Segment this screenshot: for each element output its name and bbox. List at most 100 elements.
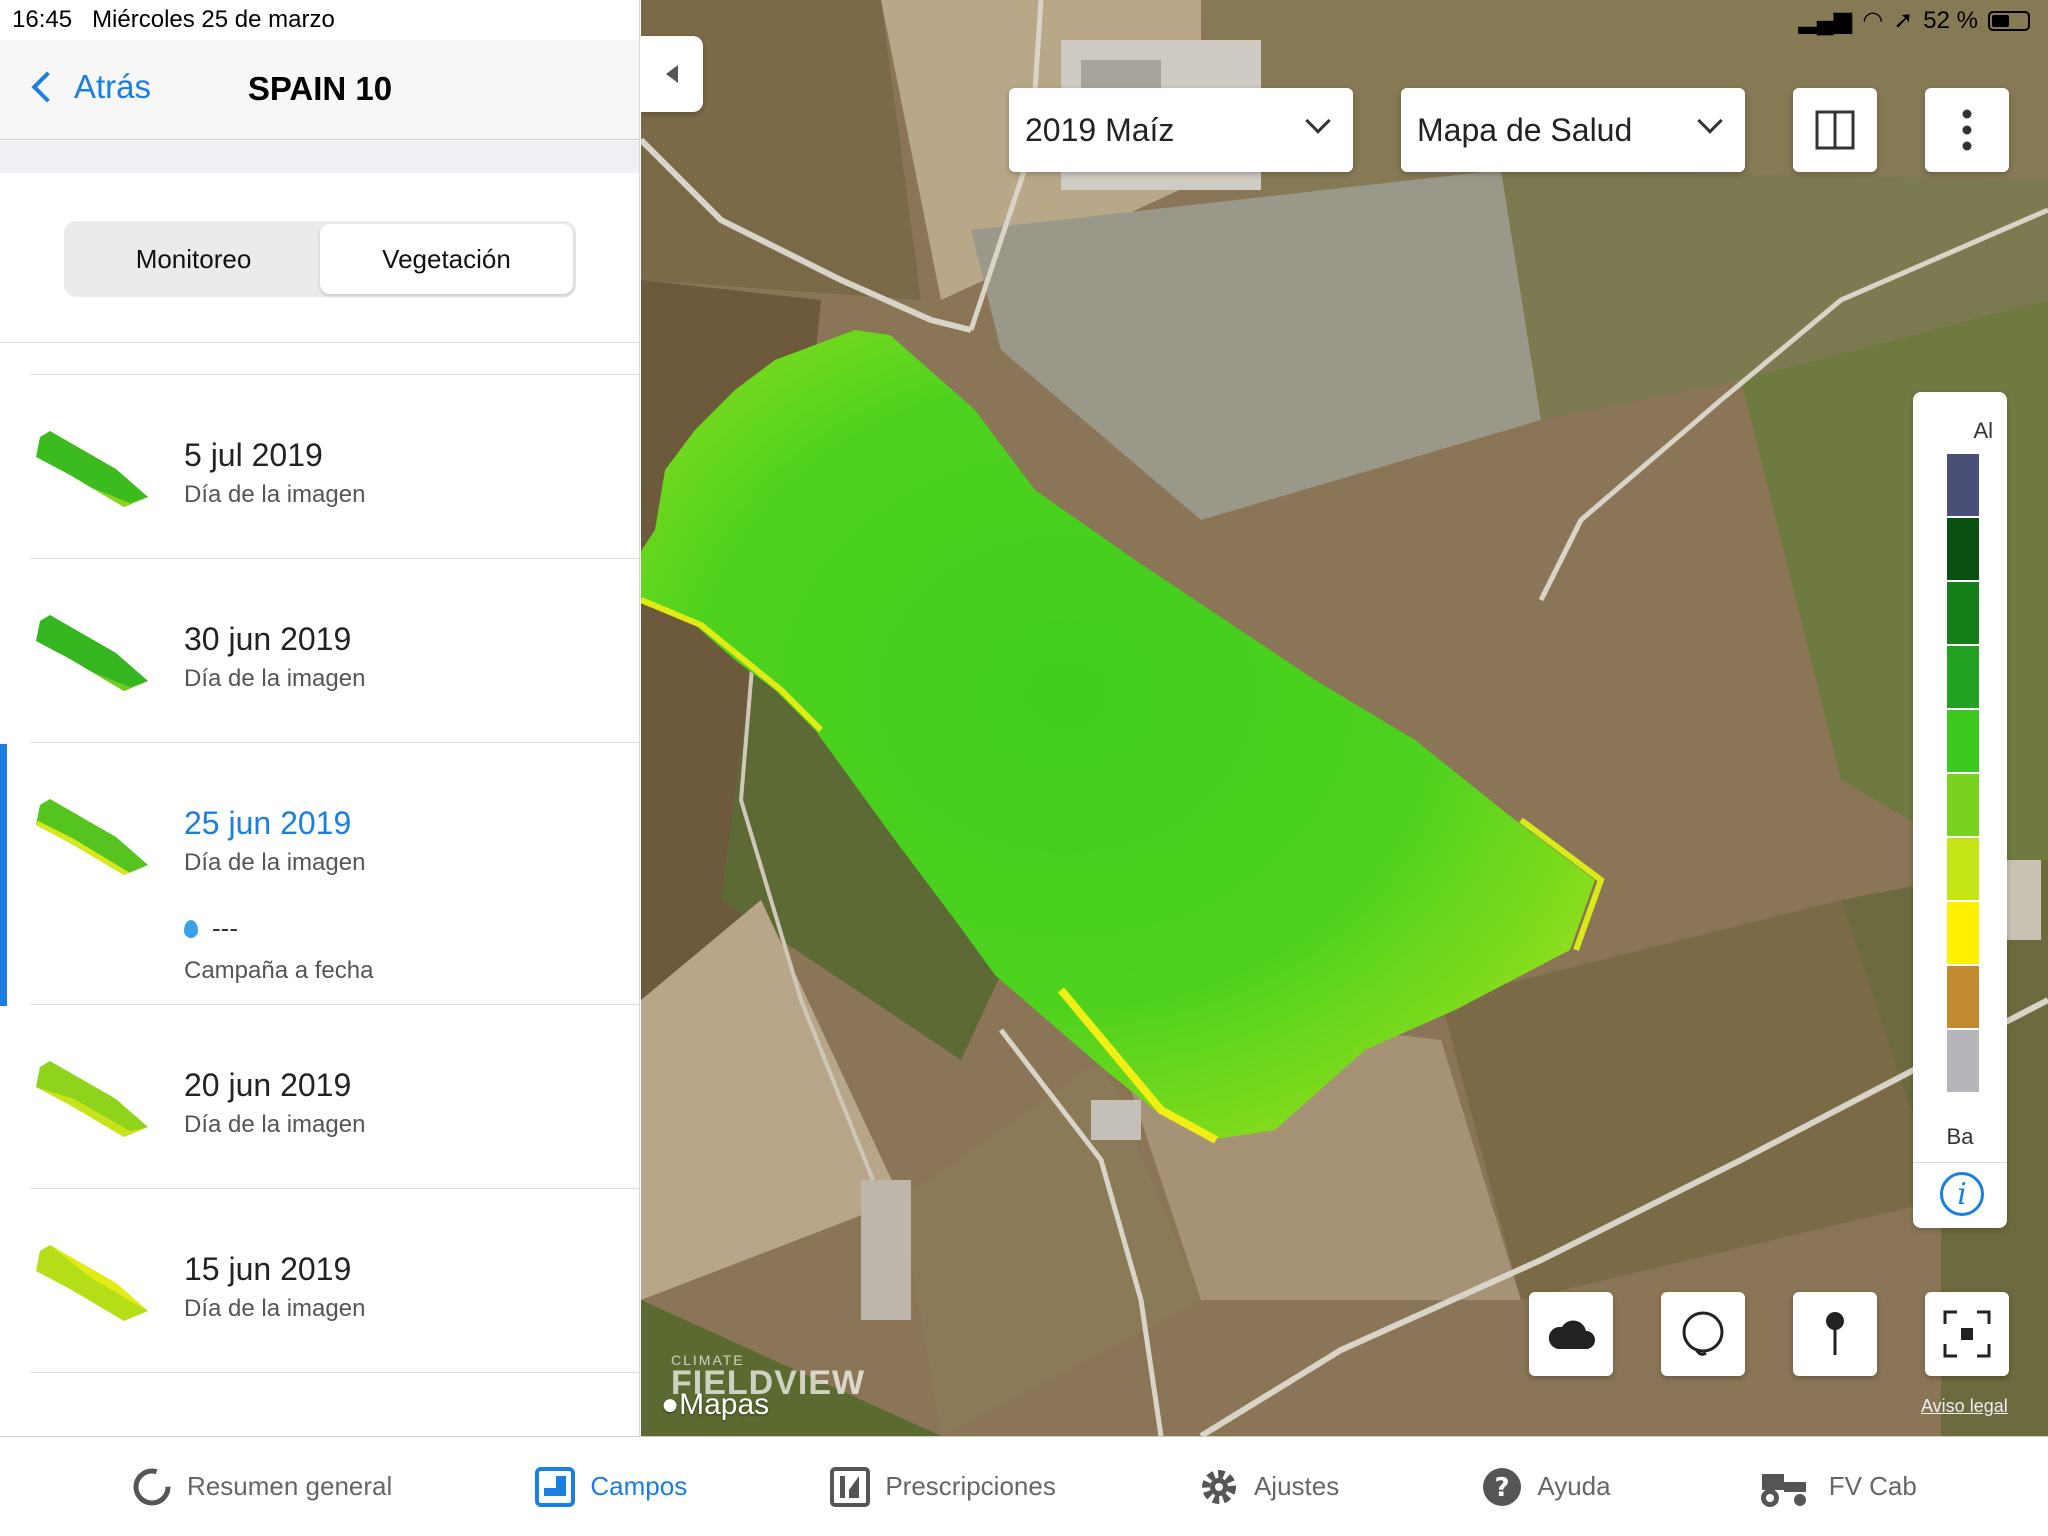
legend-swatch <box>1947 902 1979 966</box>
section-gap <box>0 141 639 173</box>
tab-label: Ajustes <box>1253 1471 1340 1501</box>
info-icon[interactable]: i <box>1940 1172 1984 1216</box>
location-icon: ➚ <box>1893 7 1914 34</box>
overview-icon <box>131 1466 173 1508</box>
legend-swatch <box>1947 966 1979 1030</box>
field-thumbnail <box>36 1245 148 1321</box>
recenter-button[interactable] <box>1925 1292 2009 1376</box>
rainfall-text: --- <box>212 913 238 943</box>
apple-logo-icon: ● <box>661 1388 680 1421</box>
image-date-list: 5 jul 2019 Día de la imagen 30 jun 2019 … <box>0 374 639 1432</box>
tab-label: Campos <box>590 1471 688 1501</box>
lasso-button[interactable] <box>1661 1292 1745 1376</box>
more-vertical-icon <box>1962 109 1972 151</box>
field-thumbnail <box>36 431 148 507</box>
page-title: SPAIN 10 <box>247 70 393 107</box>
tab-overview[interactable]: Resumen general <box>131 1466 392 1508</box>
tab-help[interactable]: ? Ayuda <box>1481 1466 1611 1508</box>
split-view-icon <box>1815 110 1855 150</box>
cloud-icon <box>1548 1320 1595 1349</box>
image-list-panel: Atrás SPAIN 10 Monitoreo Vegetación 5 ju… <box>0 0 640 1436</box>
legend-swatch <box>1947 710 1979 774</box>
image-date: 5 jul 2019 <box>184 437 323 473</box>
list-item[interactable]: 20 jun 2019 Día de la imagen <box>30 1004 639 1188</box>
maps-attribution: ●Mapas <box>661 1388 769 1422</box>
list-item[interactable]: 15 jun 2019 Día de la imagen <box>30 1188 639 1372</box>
chevron-down-icon <box>1697 108 1723 134</box>
legend-swatch <box>1947 838 1979 902</box>
status-time: 16:45 <box>12 6 73 33</box>
list-item[interactable]: 30 jun 2019 Día de la imagen <box>30 558 639 742</box>
status-bar-right: ▂▄▆ ◠ ➚ 52 % <box>1798 6 2030 35</box>
legend-low-label: Ba <box>1946 1124 1974 1149</box>
map-view[interactable]: 2019 Maíz Mapa de Salud Al Ba i CLIMATE … <box>641 0 2048 1436</box>
image-date-caption: Día de la imagen <box>184 481 366 508</box>
field-thumbnail <box>36 1061 148 1137</box>
segment-vegetation[interactable]: Vegetación <box>320 224 573 294</box>
status-bar-left: 16:45 Miércoles 25 de marzo <box>12 6 335 34</box>
list-item[interactable]: 5 jul 2019 Día de la imagen <box>30 374 639 558</box>
satellite-map[interactable] <box>641 0 2048 1436</box>
chevron-down-icon <box>1305 108 1331 134</box>
wifi-icon: ◠ <box>1862 7 1884 34</box>
image-date-caption: Día de la imagen <box>184 1111 366 1138</box>
signal-icon: ▂▄▆ <box>1798 7 1853 34</box>
tab-label: Prescripciones <box>885 1471 1056 1501</box>
image-date: 15 jun 2019 <box>184 1251 352 1287</box>
image-date: 30 jun 2019 <box>184 621 352 657</box>
image-date-caption: Día de la imagen <box>184 1295 366 1322</box>
tab-fields[interactable]: Campos <box>534 1466 687 1508</box>
legend-swatch <box>1947 1030 1979 1094</box>
focus-frame-icon <box>1943 1310 1991 1358</box>
field-thumbnail <box>36 615 148 691</box>
lasso-icon <box>1682 1311 1724 1356</box>
legal-notice-link[interactable]: Aviso legal <box>1921 1396 2008 1417</box>
layer-value: Mapa de Salud <box>1417 111 1633 148</box>
list-item-selected[interactable]: 25 jun 2019 Día de la imagen --- Campaña… <box>30 742 639 1004</box>
legend-swatch <box>1947 582 1979 646</box>
collapse-panel-button[interactable] <box>641 36 703 112</box>
legend-high-label: Al <box>1973 418 1993 443</box>
battery-icon <box>1988 10 2030 31</box>
triangle-left-icon <box>666 65 678 83</box>
legend-swatch <box>1947 774 1979 838</box>
legend-swatch <box>1947 646 1979 710</box>
campaign-caption: Campaña a fecha <box>184 957 374 984</box>
gear-icon <box>1198 1466 1240 1508</box>
legend-swatch <box>1947 518 1979 582</box>
tab-label: Ayuda <box>1537 1471 1611 1501</box>
segmented-control: Monitoreo Vegetación <box>64 221 576 297</box>
image-date: 20 jun 2019 <box>184 1067 352 1103</box>
pin-icon <box>1826 1312 1844 1355</box>
tab-prescriptions[interactable]: Prescripciones <box>829 1466 1056 1508</box>
season-value: 2019 Maíz <box>1025 111 1175 148</box>
tab-label: Resumen general <box>187 1471 393 1501</box>
health-legend: Al Ba i <box>1913 392 2007 1228</box>
tab-fv-cab[interactable]: FV Cab <box>1753 1466 1917 1508</box>
weather-button[interactable] <box>1529 1292 1613 1376</box>
svg-text:?: ? <box>1495 1473 1510 1503</box>
tractor-icon <box>1753 1466 1815 1508</box>
segment-container: Monitoreo Vegetación <box>0 173 639 343</box>
legend-color-scale <box>1947 454 1979 1094</box>
image-date-caption: Día de la imagen <box>184 665 366 692</box>
water-drop-icon <box>184 919 198 938</box>
status-date: Miércoles 25 de marzo <box>92 6 335 33</box>
tab-bar: Resumen general Campos Prescripciones Aj… <box>0 1436 2048 1536</box>
add-pin-button[interactable] <box>1793 1292 1877 1376</box>
navigation-bar: Atrás SPAIN 10 <box>0 40 639 140</box>
tab-settings[interactable]: Ajustes <box>1198 1466 1339 1508</box>
rainfall-value: --- <box>184 913 238 944</box>
field-thumbnail <box>36 799 148 875</box>
maps-label: Mapas <box>679 1388 770 1421</box>
season-dropdown[interactable]: 2019 Maíz <box>1009 88 1353 172</box>
layer-dropdown[interactable]: Mapa de Salud <box>1401 88 1745 172</box>
tab-label: FV Cab <box>1828 1471 1917 1501</box>
legend-swatch <box>1947 454 1979 518</box>
split-view-button[interactable] <box>1793 88 1877 172</box>
list-item[interactable] <box>30 1372 639 1432</box>
segment-monitoring[interactable]: Monitoreo <box>67 224 320 294</box>
image-date: 25 jun 2019 <box>184 805 352 841</box>
legend-divider <box>1913 1162 2007 1163</box>
more-options-button[interactable] <box>1925 88 2009 172</box>
